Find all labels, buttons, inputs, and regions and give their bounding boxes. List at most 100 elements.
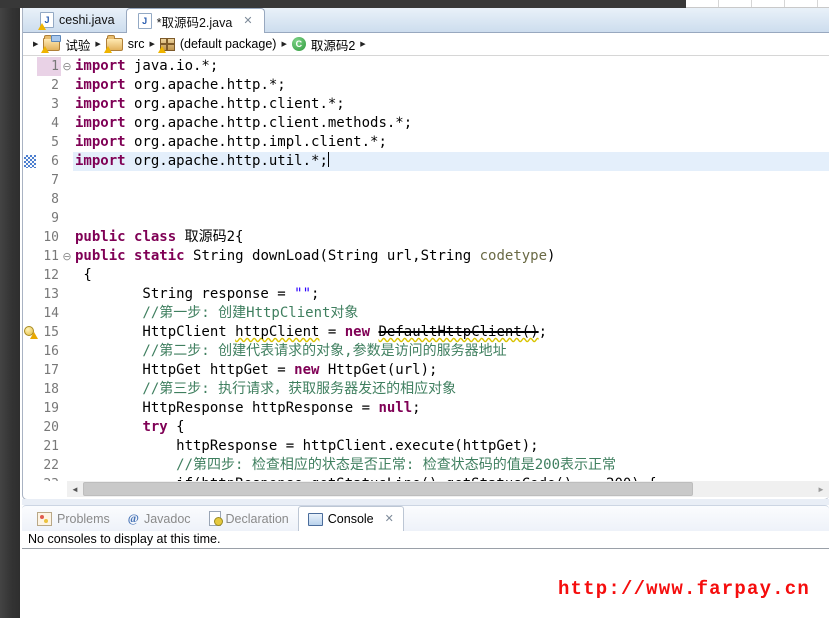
marker-column[interactable] (23, 266, 37, 285)
breadcrumb-arrow-icon[interactable] (360, 40, 365, 48)
marker-column[interactable] (23, 323, 37, 342)
code-line[interactable]: 11⊖public static String downLoad(String … (23, 247, 829, 266)
line-number: 12 (37, 266, 61, 285)
fold-column (61, 266, 73, 285)
code-text: public class 取源码2{ (73, 228, 829, 247)
marker-column[interactable] (23, 437, 37, 456)
code-line[interactable]: 15 HttpClient httpClient = new DefaultHt… (23, 323, 829, 342)
marker-column[interactable] (23, 475, 37, 481)
marker-column[interactable] (23, 95, 37, 114)
marker-column[interactable] (23, 418, 37, 437)
scrollbar-thumb[interactable] (83, 482, 693, 496)
fold-column (61, 114, 73, 133)
breadcrumb-arrow-icon[interactable] (149, 40, 154, 48)
code-line[interactable]: 21 httpResponse = httpClient.execute(htt… (23, 437, 829, 456)
breadcrumb-item-package[interactable]: (default package) (160, 37, 277, 51)
package-warning-icon (160, 38, 175, 51)
marker-column[interactable] (23, 456, 37, 475)
fold-column (61, 76, 73, 95)
marker-column[interactable] (23, 247, 37, 266)
line-number: 9 (37, 209, 61, 228)
line-number: 18 (37, 380, 61, 399)
fold-column (61, 380, 73, 399)
window-top-edge (0, 0, 686, 8)
marker-column[interactable] (23, 361, 37, 380)
breadcrumb-item-class[interactable]: 取源码2 (292, 35, 355, 54)
code-line[interactable]: 10public class 取源码2{ (23, 228, 829, 247)
scroll-right-arrow-icon[interactable] (813, 485, 829, 494)
code-line[interactable]: 19 HttpResponse httpResponse = null; (23, 399, 829, 418)
close-icon[interactable] (243, 16, 252, 27)
code-line[interactable]: 20 try { (23, 418, 829, 437)
code-text: import org.apache.http.util.*; (73, 152, 829, 171)
code-text: import org.apache.http.client.methods.*; (73, 114, 829, 133)
marker-column[interactable] (23, 209, 37, 228)
marker-column[interactable] (23, 152, 37, 171)
code-line[interactable]: 18 //第三步: 执行请求，获取服务器发还的相应对象 (23, 380, 829, 399)
code-line[interactable]: 3import org.apache.http.client.*; (23, 95, 829, 114)
code-text (73, 190, 829, 209)
line-number: 2 (37, 76, 61, 95)
code-text: //第二步: 创建代表请求的对象,参数是访问的服务器地址 (73, 342, 829, 361)
code-line[interactable]: 14 //第一步: 创建HttpClient对象 (23, 304, 829, 323)
horizontal-scrollbar[interactable] (67, 481, 829, 497)
marker-column[interactable] (23, 399, 37, 418)
code-line[interactable]: 4import org.apache.http.client.methods.*… (23, 114, 829, 133)
code-line[interactable]: 9 (23, 209, 829, 228)
fold-column (61, 399, 73, 418)
code-line[interactable]: 1⊖import java.io.*; (23, 57, 829, 76)
console-close-icon[interactable] (385, 514, 394, 525)
code-line[interactable]: 6 import org.apache.http.util.*; (23, 152, 829, 171)
fold-toggle-icon[interactable]: ⊖ (61, 57, 73, 76)
code-line[interactable]: 7 (23, 171, 829, 190)
code-line[interactable]: 5import org.apache.http.impl.client.*; (23, 133, 829, 152)
tab-problems[interactable]: Problems (28, 506, 119, 531)
breadcrumb-arrow-icon[interactable] (95, 40, 100, 48)
tab-ceshi-java[interactable]: ceshi.java (29, 8, 126, 32)
fold-column (61, 361, 73, 380)
view-tab-label: Problems (57, 512, 110, 526)
marker-column[interactable] (23, 304, 37, 323)
scroll-left-arrow-icon[interactable] (67, 485, 83, 494)
breadcrumb: 试验 src (default package) 取源码2 (23, 33, 829, 56)
line-number: 17 (37, 361, 61, 380)
line-number: 6 (37, 152, 61, 171)
line-number: 11 (37, 247, 61, 266)
marker-column[interactable] (23, 342, 37, 361)
marker-column[interactable] (23, 133, 37, 152)
breadcrumb-arrow-icon[interactable] (281, 40, 286, 48)
line-number: 23 (37, 475, 61, 481)
tab-console[interactable]: Console (298, 506, 404, 531)
marker-column[interactable] (23, 114, 37, 133)
marker-column[interactable] (23, 171, 37, 190)
marker-column[interactable] (23, 190, 37, 209)
lightbulb-warning-icon[interactable] (24, 326, 37, 339)
code-line[interactable]: 17 HttpGet httpGet = new HttpGet(url); (23, 361, 829, 380)
tab-declaration[interactable]: Declaration (200, 506, 298, 531)
line-number: 21 (37, 437, 61, 456)
marker-column[interactable] (23, 57, 37, 76)
marker-column[interactable] (23, 285, 37, 304)
tab-javadoc[interactable]: Javadoc (119, 506, 200, 531)
breadcrumb-arrow-icon[interactable] (33, 40, 38, 48)
fold-toggle-icon[interactable]: ⊖ (61, 247, 73, 266)
breadcrumb-item-src[interactable]: src (106, 37, 145, 51)
tab-quyuanma2-java[interactable]: *取源码2.java (126, 8, 265, 33)
declaration-icon (209, 511, 221, 526)
code-line[interactable]: 22 //第四步: 检查相应的状态是否正常: 检查状态码的值是200表示正常 (23, 456, 829, 475)
code-line[interactable]: 2import org.apache.http.*; (23, 76, 829, 95)
breadcrumb-item-project[interactable]: 试验 (43, 35, 90, 54)
fold-column (61, 437, 73, 456)
line-number: 7 (37, 171, 61, 190)
fold-column (61, 95, 73, 114)
code-line[interactable]: 12 { (23, 266, 829, 285)
line-number: 19 (37, 399, 61, 418)
code-line[interactable]: 8 (23, 190, 829, 209)
code-line[interactable]: 13 String response = ""; (23, 285, 829, 304)
tab-label: *取源码2.java (157, 12, 233, 31)
marker-column[interactable] (23, 380, 37, 399)
code-line[interactable]: 16 //第二步: 创建代表请求的对象,参数是访问的服务器地址 (23, 342, 829, 361)
marker-column[interactable] (23, 228, 37, 247)
code-text: import org.apache.http.impl.client.*; (73, 133, 829, 152)
marker-column[interactable] (23, 76, 37, 95)
